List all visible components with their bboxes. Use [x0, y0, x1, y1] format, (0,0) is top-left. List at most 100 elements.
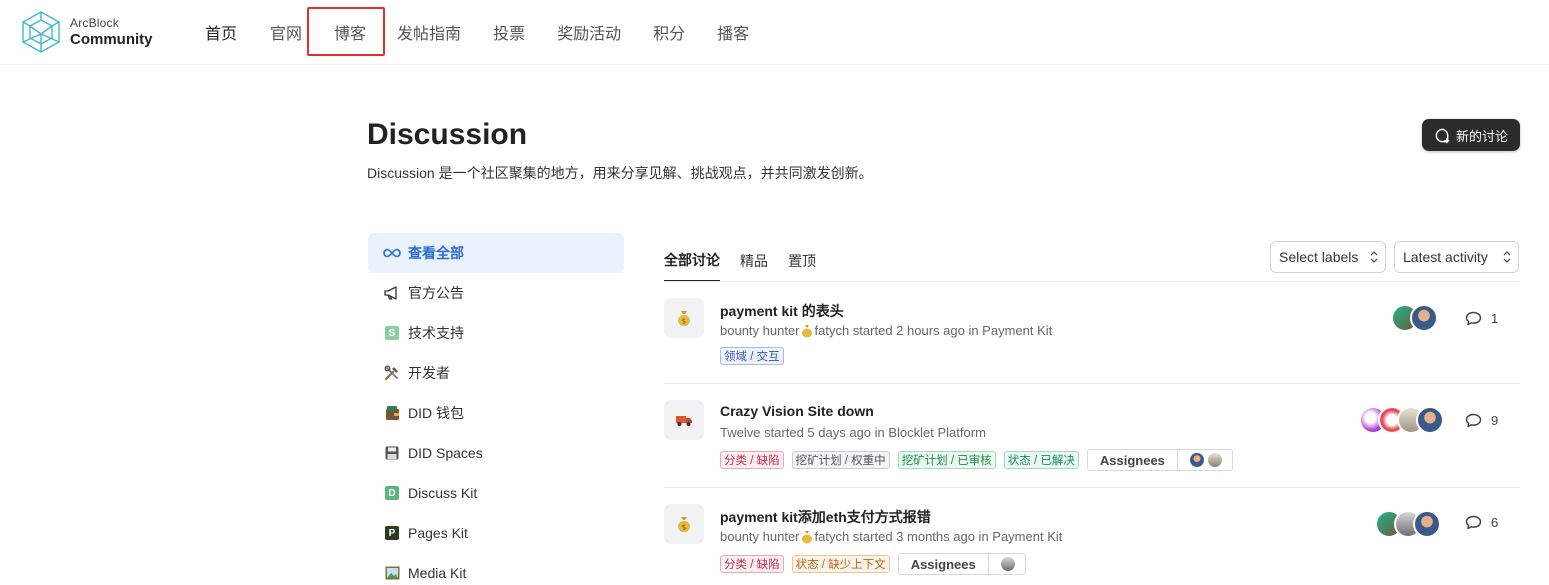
assignees-box[interactable]: Assignees [1086, 449, 1233, 471]
discussion-title[interactable]: payment kit 的表头 [720, 301, 844, 321]
tag-label[interactable]: 分类 / 缺陷 [720, 451, 784, 469]
sort-select[interactable]: Latest activity [1394, 241, 1519, 273]
megaphone-icon [383, 285, 401, 301]
tab-pinned[interactable]: 置顶 [788, 240, 816, 282]
sidebar-item-label: Discuss Kit [408, 485, 478, 501]
sidebar-item-tech-support[interactable]: S 技术支持 [368, 313, 624, 353]
discussion-title[interactable]: payment kit添加eth支付方式报错 [720, 507, 931, 527]
sidebar-item-did-spaces[interactable]: DID Spaces [368, 433, 624, 473]
tab-featured[interactable]: 精品 [740, 240, 768, 282]
sidebar-item-did-wallet[interactable]: DID 钱包 [368, 393, 624, 433]
avatar[interactable] [1189, 453, 1204, 467]
avatar[interactable] [1416, 406, 1444, 434]
avatar[interactable] [1207, 453, 1222, 467]
sidebar-item-all[interactable]: 查看全部 [368, 233, 624, 273]
comment-count-value: 6 [1491, 515, 1499, 530]
author-badge-text[interactable]: bounty hunter [720, 323, 800, 338]
labels-select-value: Select labels [1279, 249, 1359, 265]
money-bag-icon: $ [664, 298, 704, 338]
nav-vote[interactable]: 投票 [493, 20, 525, 44]
brand-big-text: Community [70, 31, 153, 48]
money-bag-icon [801, 530, 812, 543]
assignees-label: Assignees [1088, 450, 1178, 470]
sidebar-item-label: Media Kit [408, 565, 467, 581]
tools-icon [383, 365, 401, 381]
nav-home[interactable]: 首页 [205, 20, 237, 44]
nav-official-site[interactable]: 官网 [270, 20, 302, 44]
assignees-label: Assignees [899, 554, 989, 574]
page-title: Discussion [367, 118, 528, 151]
sidebar-item-label: 开发者 [408, 365, 450, 381]
assignee-avatars [1178, 450, 1232, 470]
author-badge-text[interactable]: bounty hunter [720, 529, 800, 544]
discussion-meta: Twelve started 5 days ago in Blocklet Pl… [720, 425, 986, 440]
nav-rewards[interactable]: 奖励活动 [557, 20, 621, 44]
sidebar-item-label: DID Spaces [408, 445, 483, 461]
nav-points[interactable]: 积分 [653, 20, 685, 44]
tag-label[interactable]: 领域 / 交互 [720, 347, 784, 365]
tag-list: 分类 / 缺陷 状态 / 缺少上下文 Assignees [720, 553, 1026, 575]
comment-bubble-icon [1465, 413, 1482, 428]
comment-count[interactable]: 9 [1465, 413, 1498, 428]
tag-label[interactable]: 状态 / 已解决 [1003, 451, 1079, 469]
tabs-divider [664, 281, 1520, 282]
avatar[interactable] [1413, 510, 1441, 538]
discussion-tabs: 全部讨论 精品 置顶 [664, 240, 836, 282]
sidebar-item-label: 查看全部 [408, 245, 464, 261]
comment-bubble-icon [1465, 311, 1482, 326]
participant-avatars [1359, 406, 1444, 434]
tag-list: 领域 / 交互 [720, 347, 784, 365]
sidebar-item-media-kit[interactable]: Media Kit [368, 553, 624, 585]
tab-all[interactable]: 全部讨论 [664, 240, 720, 282]
new-discussion-icon [1435, 128, 1450, 143]
sidebar-item-discuss-kit[interactable]: D Discuss Kit [368, 473, 624, 513]
new-discussion-button[interactable]: 新的讨论 [1422, 119, 1520, 151]
brand-logo[interactable]: ArcBlock Community [20, 10, 153, 54]
nav-posting-guide[interactable]: 发帖指南 [397, 20, 461, 44]
assignees-box[interactable]: Assignees [897, 553, 1026, 575]
labels-select[interactable]: Select labels [1270, 241, 1386, 273]
discussion-meta: bounty hunter fatych started 2 hours ago… [720, 323, 1052, 338]
picture-icon [383, 565, 401, 581]
infinity-icon [383, 245, 401, 261]
row-divider [664, 487, 1520, 488]
comment-count[interactable]: 6 [1465, 515, 1498, 530]
comment-count[interactable]: 1 [1465, 311, 1498, 326]
comment-count-value: 9 [1491, 413, 1499, 428]
tag-label[interactable]: 状态 / 缺少上下文 [791, 555, 890, 573]
comment-count-value: 1 [1491, 311, 1499, 326]
brand-small-text: ArcBlock [70, 16, 119, 30]
arcblock-logo-icon [22, 11, 60, 53]
tag-list: 分类 / 缺陷 挖矿计划 / 权重中 挖矿计划 / 已审核 状态 / 已解决 A… [720, 449, 1233, 471]
discussion-meta-text: fatych started 3 months ago in Payment K… [814, 529, 1063, 544]
sidebar-item-label: DID 钱包 [408, 405, 464, 421]
main-nav: 首页 官网 博客 发帖指南 投票 奖励活动 积分 播客 [205, 0, 749, 64]
discussion-meta: bounty hunter fatych started 3 months ag… [720, 529, 1062, 544]
truck-icon [664, 400, 704, 440]
top-header: ArcBlock Community 首页 官网 博客 发帖指南 投票 奖励活动… [0, 0, 1549, 65]
svg-text:$: $ [682, 524, 686, 532]
discussion-row[interactable]: Crazy Vision Site down Twelve started 5 … [664, 400, 1520, 472]
sidebar-item-announcements[interactable]: 官方公告 [368, 273, 624, 313]
avatar[interactable] [1410, 304, 1438, 332]
avatar[interactable] [1000, 557, 1015, 571]
discussion-title[interactable]: Crazy Vision Site down [720, 403, 874, 419]
select-arrows-icon [1370, 251, 1378, 263]
tag-label[interactable]: 挖矿计划 / 权重中 [791, 451, 890, 469]
sidebar-item-developers[interactable]: 开发者 [368, 353, 624, 393]
svg-text:$: $ [682, 318, 686, 326]
letter-d-icon: D [383, 485, 401, 501]
sidebar-item-label: 官方公告 [408, 285, 464, 301]
new-discussion-label: 新的讨论 [1455, 128, 1508, 144]
comment-bubble-icon [1465, 515, 1482, 530]
nav-podcast[interactable]: 播客 [717, 20, 749, 44]
nav-blog[interactable]: 博客 [334, 20, 366, 44]
discussion-row[interactable]: $ payment kit添加eth支付方式报错 bounty hunter f… [664, 504, 1520, 576]
floppy-disk-icon [383, 445, 401, 461]
sidebar-item-pages-kit[interactable]: P Pages Kit [368, 513, 624, 553]
wallet-icon [383, 405, 401, 421]
select-arrows-icon [1503, 251, 1511, 263]
tag-label[interactable]: 分类 / 缺陷 [720, 555, 784, 573]
tag-label[interactable]: 挖矿计划 / 已审核 [897, 451, 996, 469]
discussion-row[interactable]: $ payment kit 的表头 bounty hunter fatych s… [664, 298, 1520, 368]
